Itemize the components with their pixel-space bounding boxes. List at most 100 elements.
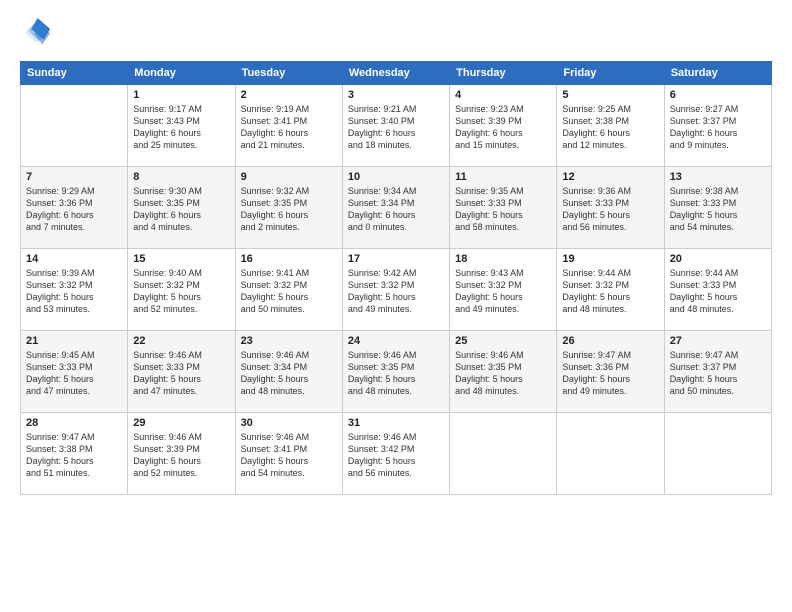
day-number: 13: [670, 171, 766, 183]
day-info: Sunrise: 9:47 AMSunset: 3:36 PMDaylight:…: [562, 349, 658, 398]
calendar-cell: 20Sunrise: 9:44 AMSunset: 3:33 PMDayligh…: [664, 249, 771, 331]
calendar-week-row: 28 Sunrise: 9:47 AMSunset: 3:38 PMDayligh…: [21, 413, 772, 495]
day-info: Sunrise: 9:46 AMSunset: 3:39 PMDaylight:…: [133, 431, 229, 480]
calendar-cell: 19 Sunrise: 9:44 AMSunset: 3:32 PMDayligh…: [557, 249, 664, 331]
day-info: Sunrise: 9:47 AMSunset: 3:37 PMDaylight:…: [670, 349, 766, 398]
day-number: 3: [348, 89, 444, 101]
day-info: Sunrise: 9:39 AMSunset: 3:32 PMDaylight:…: [26, 267, 122, 316]
day-info: Sunrise: 9:32 AMSunset: 3:35 PMDaylight:…: [241, 185, 337, 234]
day-info: Sunrise: 9:43 AMSunset: 3:32 PMDaylight:…: [455, 267, 551, 316]
day-number: 31: [348, 417, 444, 429]
day-info: Sunrise: 9:27 AMSunset: 3:37 PMDaylight:…: [670, 103, 766, 152]
day-info: Sunrise: 9:46 AMSunset: 3:41 PMDaylight:…: [241, 431, 337, 480]
day-number: 6: [670, 89, 766, 101]
calendar-cell: [21, 85, 128, 167]
calendar-cell: 24 Sunrise: 9:46 AMSunset: 3:35 PMDayligh…: [342, 331, 449, 413]
day-number: 16: [241, 253, 337, 265]
day-number: 1: [133, 89, 229, 101]
calendar-cell: 16 Sunrise: 9:41 AMSunset: 3:32 PMDayligh…: [235, 249, 342, 331]
day-info: Sunrise: 9:19 AMSunset: 3:41 PMDaylight:…: [241, 103, 337, 152]
calendar-day-header: Thursday: [450, 62, 557, 85]
day-number: 19: [562, 253, 658, 265]
day-number: 27: [670, 335, 766, 347]
day-info: Sunrise: 9:38 AMSunset: 3:33 PMDaylight:…: [670, 185, 766, 234]
day-info: Sunrise: 9:29 AMSunset: 3:36 PMDaylight:…: [26, 185, 122, 234]
day-info: Sunrise: 9:46 AMSunset: 3:34 PMDaylight:…: [241, 349, 337, 398]
calendar-cell: 9 Sunrise: 9:32 AMSunset: 3:35 PMDaylight…: [235, 167, 342, 249]
calendar-cell: 3 Sunrise: 9:21 AMSunset: 3:40 PMDaylight…: [342, 85, 449, 167]
day-info: Sunrise: 9:35 AMSunset: 3:33 PMDaylight:…: [455, 185, 551, 234]
calendar-cell: 26 Sunrise: 9:47 AMSunset: 3:36 PMDayligh…: [557, 331, 664, 413]
day-number: 21: [26, 335, 122, 347]
day-info: Sunrise: 9:46 AMSunset: 3:33 PMDaylight:…: [133, 349, 229, 398]
day-number: 18: [455, 253, 551, 265]
day-info: Sunrise: 9:30 AMSunset: 3:35 PMDaylight:…: [133, 185, 229, 234]
calendar-cell: 18 Sunrise: 9:43 AMSunset: 3:32 PMDayligh…: [450, 249, 557, 331]
calendar-cell: [450, 413, 557, 495]
calendar-day-header: Saturday: [664, 62, 771, 85]
day-number: 15: [133, 253, 229, 265]
calendar-cell: 22 Sunrise: 9:46 AMSunset: 3:33 PMDayligh…: [128, 331, 235, 413]
day-number: 9: [241, 171, 337, 183]
calendar-cell: 8Sunrise: 9:30 AMSunset: 3:35 PMDaylight…: [128, 167, 235, 249]
day-number: 22: [133, 335, 229, 347]
day-info: Sunrise: 9:47 AMSunset: 3:38 PMDaylight:…: [26, 431, 122, 480]
calendar-cell: 31 Sunrise: 9:46 AMSunset: 3:42 PMDayligh…: [342, 413, 449, 495]
day-info: Sunrise: 9:46 AMSunset: 3:35 PMDaylight:…: [455, 349, 551, 398]
day-number: 23: [241, 335, 337, 347]
calendar-cell: 29 Sunrise: 9:46 AMSunset: 3:39 PMDayligh…: [128, 413, 235, 495]
calendar-week-row: 7 Sunrise: 9:29 AMSunset: 3:36 PMDaylight…: [21, 167, 772, 249]
day-number: 14: [26, 253, 122, 265]
day-number: 26: [562, 335, 658, 347]
calendar-cell: 6 Sunrise: 9:27 AMSunset: 3:37 PMDaylight…: [664, 85, 771, 167]
day-number: 25: [455, 335, 551, 347]
calendar-day-header: Tuesday: [235, 62, 342, 85]
calendar-cell: 11 Sunrise: 9:35 AMSunset: 3:33 PMDayligh…: [450, 167, 557, 249]
day-info: Sunrise: 9:36 AMSunset: 3:33 PMDaylight:…: [562, 185, 658, 234]
day-number: 28: [26, 417, 122, 429]
day-info: Sunrise: 9:46 AMSunset: 3:35 PMDaylight:…: [348, 349, 444, 398]
day-info: Sunrise: 9:40 AMSunset: 3:32 PMDaylight:…: [133, 267, 229, 316]
day-number: 30: [241, 417, 337, 429]
calendar-day-header: Friday: [557, 62, 664, 85]
header: [20, 18, 772, 51]
calendar-cell: 10Sunrise: 9:34 AMSunset: 3:34 PMDayligh…: [342, 167, 449, 249]
calendar-cell: [664, 413, 771, 495]
day-info: Sunrise: 9:45 AMSunset: 3:33 PMDaylight:…: [26, 349, 122, 398]
day-info: Sunrise: 9:44 AMSunset: 3:32 PMDaylight:…: [562, 267, 658, 316]
calendar-cell: 25 Sunrise: 9:46 AMSunset: 3:35 PMDayligh…: [450, 331, 557, 413]
calendar-cell: 5Sunrise: 9:25 AMSunset: 3:38 PMDaylight…: [557, 85, 664, 167]
calendar-cell: 14 Sunrise: 9:39 AMSunset: 3:32 PMDayligh…: [21, 249, 128, 331]
calendar-header-row: SundayMondayTuesdayWednesdayThursdayFrid…: [21, 62, 772, 85]
calendar-cell: [557, 413, 664, 495]
day-number: 24: [348, 335, 444, 347]
day-number: 5: [562, 89, 658, 101]
calendar-day-header: Monday: [128, 62, 235, 85]
day-info: Sunrise: 9:46 AMSunset: 3:42 PMDaylight:…: [348, 431, 444, 480]
day-info: Sunrise: 9:17 AMSunset: 3:43 PMDaylight:…: [133, 103, 229, 152]
day-number: 12: [562, 171, 658, 183]
day-number: 11: [455, 171, 551, 183]
day-number: 7: [26, 171, 122, 183]
day-info: Sunrise: 9:41 AMSunset: 3:32 PMDaylight:…: [241, 267, 337, 316]
calendar-week-row: 21 Sunrise: 9:45 AMSunset: 3:33 PMDayligh…: [21, 331, 772, 413]
calendar-week-row: 14 Sunrise: 9:39 AMSunset: 3:32 PMDayligh…: [21, 249, 772, 331]
calendar-cell: 23 Sunrise: 9:46 AMSunset: 3:34 PMDayligh…: [235, 331, 342, 413]
day-number: 2: [241, 89, 337, 101]
page: SundayMondayTuesdayWednesdayThursdayFrid…: [0, 0, 792, 612]
calendar-cell: 2 Sunrise: 9:19 AMSunset: 3:41 PMDaylight…: [235, 85, 342, 167]
calendar-week-row: 1 Sunrise: 9:17 AMSunset: 3:43 PMDaylight…: [21, 85, 772, 167]
calendar-cell: 30 Sunrise: 9:46 AMSunset: 3:41 PMDayligh…: [235, 413, 342, 495]
calendar-cell: 15 Sunrise: 9:40 AMSunset: 3:32 PMDayligh…: [128, 249, 235, 331]
day-number: 29: [133, 417, 229, 429]
day-number: 20: [670, 253, 766, 265]
calendar-table: SundayMondayTuesdayWednesdayThursdayFrid…: [20, 61, 772, 495]
calendar-day-header: Wednesday: [342, 62, 449, 85]
day-number: 4: [455, 89, 551, 101]
day-number: 17: [348, 253, 444, 265]
day-number: 10: [348, 171, 444, 183]
calendar-cell: 28 Sunrise: 9:47 AMSunset: 3:38 PMDayligh…: [21, 413, 128, 495]
calendar-cell: 17Sunrise: 9:42 AMSunset: 3:32 PMDayligh…: [342, 249, 449, 331]
day-info: Sunrise: 9:21 AMSunset: 3:40 PMDaylight:…: [348, 103, 444, 152]
calendar-cell: 12 Sunrise: 9:36 AMSunset: 3:33 PMDayligh…: [557, 167, 664, 249]
